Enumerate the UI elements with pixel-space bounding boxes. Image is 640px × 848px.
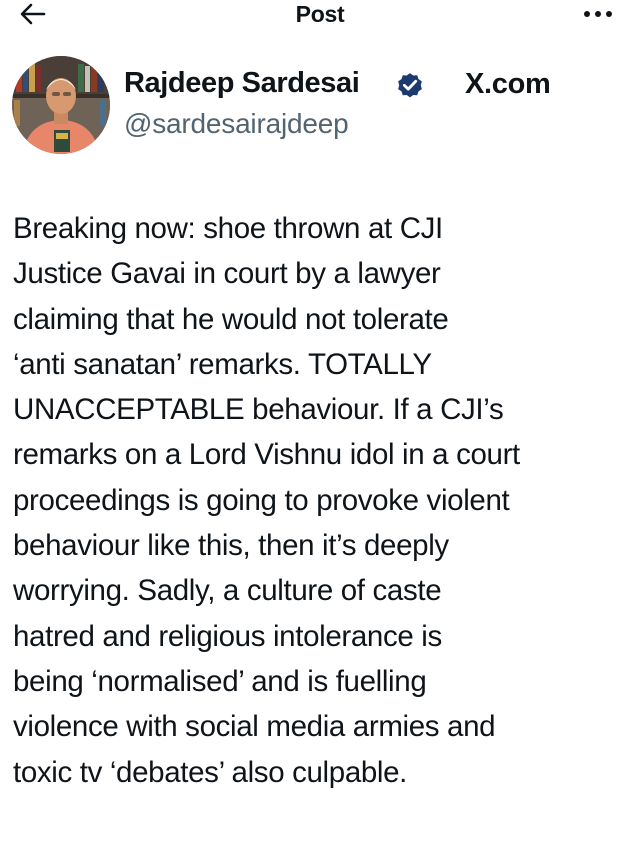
more-dots-icon: [584, 11, 612, 17]
tweet-line: hatred and religious intolerance is: [13, 619, 442, 653]
source-label: X.com: [465, 68, 551, 100]
tweet-line: Justice Gavai in court by a lawyer: [13, 257, 441, 291]
page-title: Post: [295, 1, 345, 27]
author-avatar[interactable]: [12, 56, 110, 154]
tweet-line: remarks on a Lord Vishnu idol in a court: [13, 438, 520, 472]
tweet-line: violence with social media armies and: [13, 710, 496, 744]
tweet-line: proceedings is going to provoke violent: [13, 483, 510, 517]
tweet-line: UNACCEPTABLE behaviour. If a CJI’s: [13, 393, 504, 427]
tweet-text: Breaking now: shoe thrown at CJI Justice…: [13, 206, 633, 795]
author-name[interactable]: Rajdeep Sardesai: [124, 67, 360, 100]
top-bar: Post: [0, 0, 640, 30]
tweet-line: Breaking now: shoe thrown at CJI: [13, 212, 443, 245]
more-options-button[interactable]: [578, 2, 618, 26]
verified-badge-icon: [398, 73, 422, 98]
tweet-line: toxic tv ‘debates’ also culpable.: [13, 755, 408, 789]
tweet-line: worrying. Sadly, a culture of caste: [13, 574, 442, 608]
author-handle[interactable]: @sardesairajdeep: [124, 108, 349, 140]
tweet-line: being ‘normalised’ and is fuelling: [13, 664, 427, 698]
tweet-line: claiming that he would not tolerate: [13, 302, 449, 336]
tweet-line: ‘anti sanatan’ remarks. TOTALLY: [13, 347, 432, 381]
avatar-photo: [12, 56, 110, 154]
tweet-line: behaviour like this, then it’s deeply: [13, 529, 449, 563]
